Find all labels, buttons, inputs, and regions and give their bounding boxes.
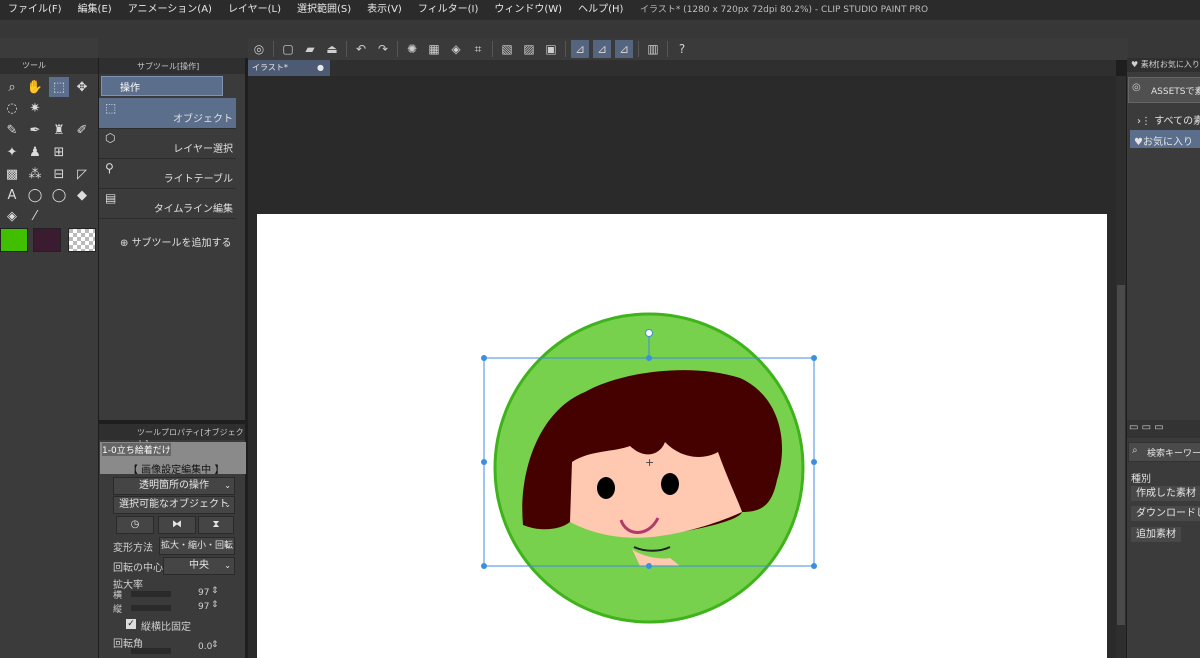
category-label: 種別 (1131, 474, 1151, 485)
materials-panel (1127, 58, 1200, 658)
transform-handle[interactable] (811, 563, 817, 569)
chevron-right-icon: ›⋮ (1137, 116, 1155, 127)
transform-handle[interactable] (481, 563, 487, 569)
transform-handle[interactable] (811, 355, 817, 361)
assets-button[interactable]: ◎ ASSETSで素材 (1128, 77, 1200, 103)
added-materials-button[interactable]: 追加素材 (1131, 527, 1181, 542)
assets-label: ASSETSで素材 (1151, 87, 1200, 97)
transform-handle[interactable] (646, 563, 652, 569)
search-input[interactable]: ⌕ 検索キーワード (1128, 442, 1200, 462)
favorites-item[interactable]: ♥お気に入り (1130, 130, 1200, 148)
materials-tab-text: 素材[お気に入り] (1140, 60, 1200, 69)
center-crosshair-icon[interactable]: + (645, 456, 654, 469)
transform-handle[interactable] (646, 355, 652, 361)
favorites-label: ♥お気に入り (1134, 133, 1193, 148)
search-placeholder: 検索キーワード (1147, 449, 1200, 459)
rotation-handle[interactable] (645, 329, 653, 337)
heart-icon: ♥ (1134, 137, 1143, 148)
left-eye (597, 477, 615, 499)
search-icon: ⌕ (1132, 445, 1138, 456)
assets-icon: ◎ (1132, 82, 1141, 93)
transform-handle[interactable] (481, 355, 487, 361)
transform-handle[interactable] (481, 459, 487, 465)
heart-icon: ♥ (1131, 60, 1141, 69)
materials-tab-bar: ♥ 素材[お気に入り] (1127, 58, 1200, 72)
materials-toolbar: ▭ ▭ ▭ (1127, 420, 1200, 438)
favorites-text: お気に入り (1142, 137, 1193, 148)
materials-tab-label: ♥ 素材[お気に入り] (1131, 59, 1200, 70)
downloaded-materials-button[interactable]: ダウンロードした素材 (1131, 506, 1200, 521)
all-materials-label: すべての素材 (1154, 116, 1200, 127)
transform-handle[interactable] (811, 459, 817, 465)
created-materials-button[interactable]: 作成した素材 (1131, 486, 1200, 501)
folder-icon[interactable]: ▭ ▭ ▭ (1129, 422, 1164, 433)
canvas-artwork[interactable]: + (0, 0, 1200, 658)
scrollbar-thumb[interactable] (1117, 285, 1125, 625)
right-eye (661, 473, 679, 495)
all-materials-item[interactable]: ›⋮ すべての素材 (1137, 112, 1200, 127)
